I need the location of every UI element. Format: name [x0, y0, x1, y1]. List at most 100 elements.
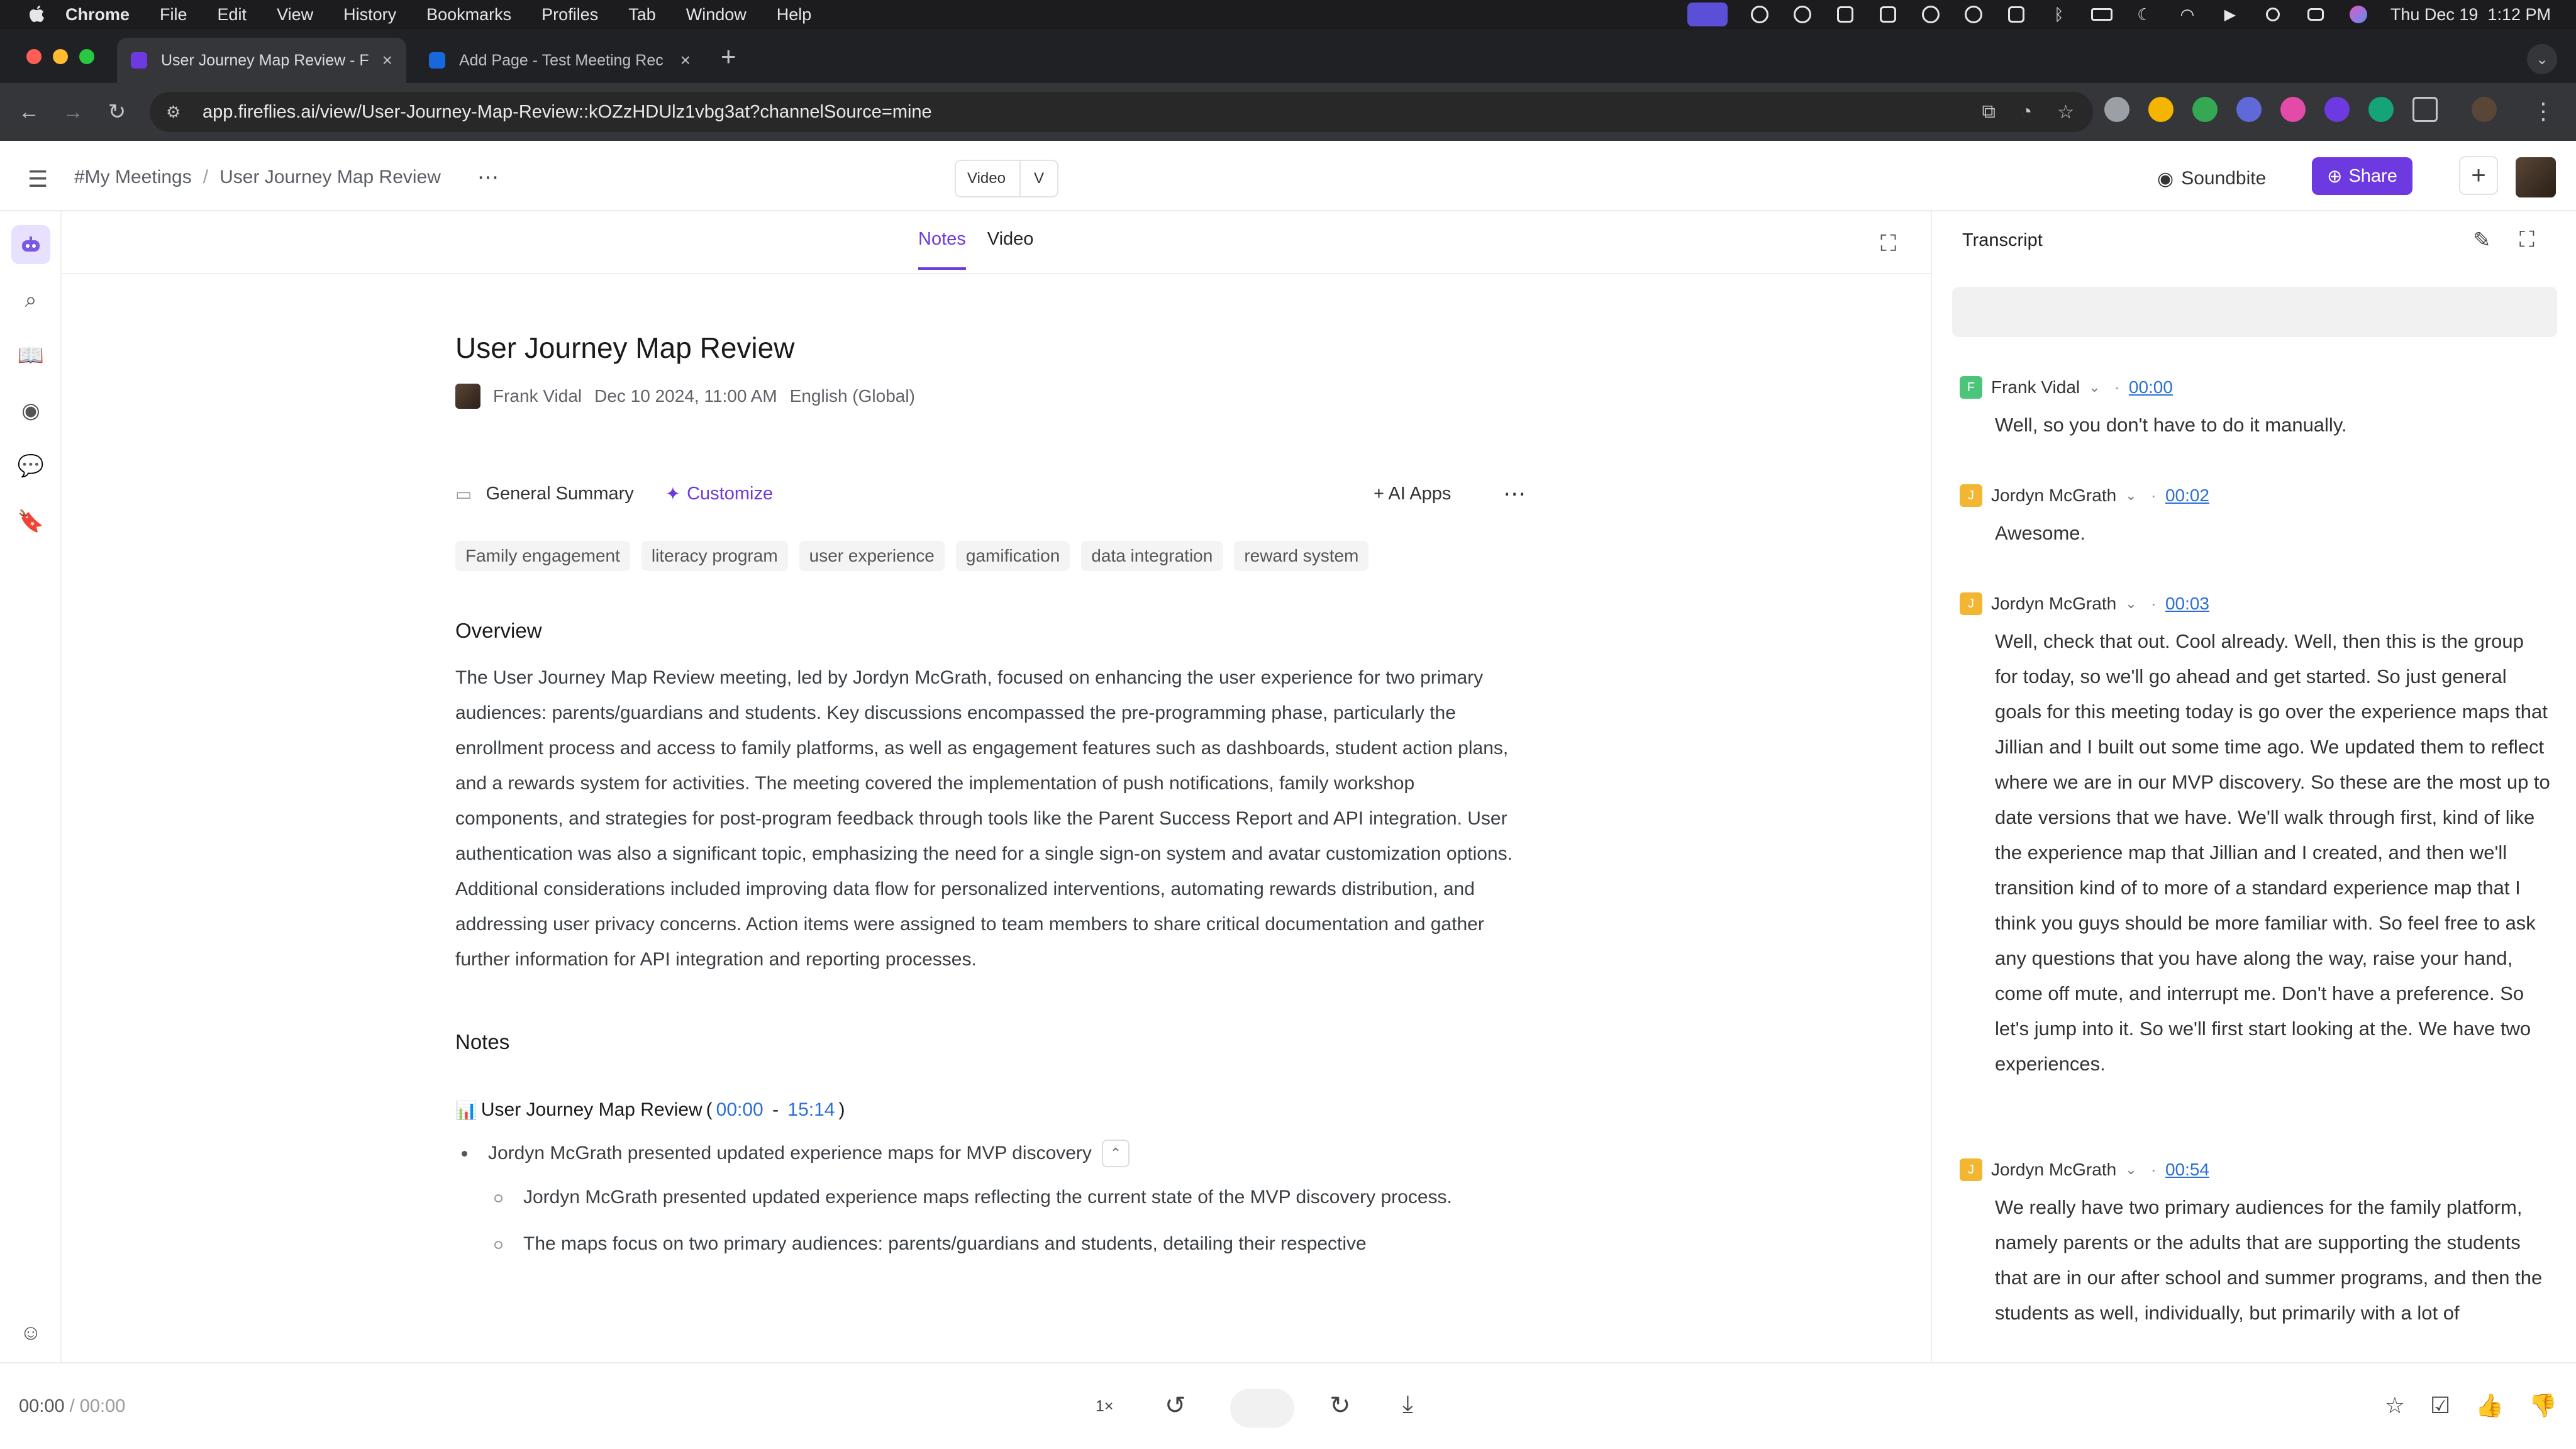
speaker-name[interactable]: Jordyn McGrath: [1991, 486, 2116, 506]
rewind-icon[interactable]: ↺: [1165, 1391, 1186, 1420]
menu-clock[interactable]: Thu Dec 19 1:12 PM: [2390, 5, 2551, 25]
close-tab-icon[interactable]: ×: [680, 50, 691, 70]
more-options-icon[interactable]: ⋯: [1503, 480, 1526, 507]
share-button[interactable]: ⊕ Share: [2312, 157, 2412, 195]
apple-logo-icon[interactable]: [24, 2, 49, 27]
close-tab-icon[interactable]: ×: [382, 50, 392, 70]
extension-5-icon[interactable]: [2280, 97, 2306, 122]
bluetooth-icon[interactable]: ᛒ: [2048, 5, 2070, 24]
circle-status-icon[interactable]: [1963, 5, 1984, 24]
open-in-app-icon[interactable]: ⧉: [1982, 101, 1996, 123]
timestamp-link[interactable]: 00:03: [2165, 594, 2209, 614]
menu-edit[interactable]: Edit: [218, 5, 247, 25]
timestamp-link[interactable]: 00:00: [2129, 377, 2173, 397]
menu-profiles[interactable]: Profiles: [541, 5, 598, 25]
meeting-author[interactable]: Frank Vidal: [493, 386, 582, 406]
topic-tag[interactable]: data integration: [1081, 541, 1223, 571]
tab-video[interactable]: Video: [987, 229, 1034, 270]
menu-tab[interactable]: Tab: [628, 5, 656, 25]
speaker-name[interactable]: Frank Vidal: [1991, 377, 2080, 397]
speaker-name[interactable]: Jordyn McGrath: [1991, 1160, 2116, 1180]
forward-arrow-icon[interactable]: →: [58, 97, 88, 127]
grammarly-status-icon[interactable]: [1749, 5, 1770, 24]
search-app-status-icon[interactable]: [1792, 5, 1813, 24]
browser-menu-icon[interactable]: ⋮: [2532, 98, 2555, 125]
display-status-icon[interactable]: [2006, 5, 2027, 24]
extension-6-icon[interactable]: [2324, 97, 2350, 122]
thumbs-down-icon[interactable]: 👎: [2529, 1392, 2557, 1419]
screen-share-status-icon[interactable]: [1687, 3, 1728, 26]
extension-drive-icon[interactable]: [2192, 97, 2218, 122]
thumbs-up-icon[interactable]: 👍: [2475, 1392, 2504, 1419]
expand-icon[interactable]: ⛶: [2519, 228, 2534, 252]
bookmark-star-icon[interactable]: ☆: [2057, 101, 2074, 123]
bookmark-icon[interactable]: 🔖: [16, 507, 45, 536]
menu-history[interactable]: History: [343, 5, 396, 25]
fullscreen-icon[interactable]: ⛶: [1880, 230, 1896, 257]
performance-icon[interactable]: ◔: [2021, 101, 2032, 123]
chevron-down-icon[interactable]: ⌄: [2125, 1162, 2136, 1178]
topic-tag[interactable]: user experience: [799, 541, 945, 571]
menu-file[interactable]: File: [160, 5, 187, 25]
assistant-bot-icon[interactable]: [11, 225, 50, 264]
menu-help[interactable]: Help: [777, 5, 812, 25]
add-button[interactable]: +: [2459, 156, 2498, 195]
extension-2-icon[interactable]: [2148, 97, 2174, 122]
menu-view[interactable]: View: [277, 5, 313, 25]
zoom-window-button[interactable]: [79, 49, 94, 64]
extension-1-icon[interactable]: [2104, 97, 2129, 122]
playback-speed-button[interactable]: 1×: [1096, 1397, 1114, 1416]
topic-tag[interactable]: literacy program: [641, 541, 788, 571]
soundbite-button[interactable]: ◉ Soundbite: [2157, 160, 2266, 197]
tab-notes[interactable]: Notes: [918, 229, 966, 270]
extension-4-icon[interactable]: [2236, 97, 2262, 122]
menu-window[interactable]: Window: [686, 5, 747, 25]
meeting-language[interactable]: English (Global): [790, 386, 915, 406]
address-url[interactable]: app.fireflies.ai/view/User-Journey-Map-R…: [203, 102, 932, 123]
profile-avatar-icon[interactable]: [2472, 97, 2497, 122]
drive-status-icon[interactable]: [1877, 5, 1899, 24]
speaker-name[interactable]: Jordyn McGrath: [1991, 594, 2116, 614]
chevron-down-icon[interactable]: ⌄: [2089, 379, 2100, 396]
new-tab-plus-icon[interactable]: +: [721, 42, 736, 72]
collapse-chevron-icon[interactable]: ⌃: [1101, 1140, 1130, 1167]
address-bar[interactable]: ⚙ app.fireflies.ai/view/User-Journey-Map…: [150, 92, 2093, 132]
moon-icon[interactable]: ☾: [2134, 5, 2155, 24]
edit-pencil-icon[interactable]: ✎: [2473, 228, 2491, 253]
reload-icon[interactable]: ↻: [102, 97, 132, 127]
play-button[interactable]: [1230, 1389, 1294, 1428]
summary-type-select[interactable]: General Summary: [486, 484, 633, 504]
breadcrumb-my-meetings[interactable]: #My Meetings: [74, 167, 192, 188]
bolt-status-icon[interactable]: [1920, 5, 1941, 24]
library-book-icon[interactable]: 📖: [16, 341, 45, 370]
play-status-icon[interactable]: ▶: [2219, 5, 2241, 24]
control-center-icon[interactable]: [2305, 5, 2326, 24]
battery-icon[interactable]: [2090, 5, 2112, 24]
minimize-window-button[interactable]: [53, 49, 68, 64]
more-options-icon[interactable]: ⋯: [477, 165, 499, 190]
soundbites-icon[interactable]: ◉: [16, 396, 45, 425]
download-icon[interactable]: ⤓: [1402, 1391, 1413, 1418]
browser-tab[interactable]: Add Page - Test Meeting Rec ×: [415, 38, 704, 83]
close-window-button[interactable]: [26, 49, 42, 64]
customize-button[interactable]: ✦ Customize: [665, 483, 773, 505]
chat-bubble-icon[interactable]: 💬: [16, 452, 45, 480]
ai-apps-button[interactable]: + AI Apps: [1374, 484, 1451, 504]
site-info-icon[interactable]: ⚙: [166, 103, 187, 121]
hamburger-menu-icon[interactable]: ☰: [28, 166, 48, 192]
transcript-search-input[interactable]: [1952, 287, 2557, 337]
menu-app-name[interactable]: Chrome: [65, 5, 130, 25]
back-arrow-icon[interactable]: ←: [14, 97, 44, 127]
timestamp-link[interactable]: 00:54: [2165, 1160, 2209, 1180]
browser-tab-active[interactable]: User Journey Map Review - F ×: [117, 38, 406, 83]
tab-search-chevron-icon[interactable]: ⌄: [2527, 44, 2557, 74]
breadcrumb-current[interactable]: User Journey Map Review: [219, 167, 441, 188]
section-end-time[interactable]: 15:14: [787, 1099, 835, 1121]
topic-tag[interactable]: Family engagement: [455, 541, 630, 571]
spotlight-search-icon[interactable]: [2262, 5, 2284, 24]
chevron-down-icon[interactable]: ⌄: [2125, 596, 2136, 612]
section-start-time[interactable]: 00:00: [716, 1099, 763, 1121]
siri-icon[interactable]: [2348, 5, 2369, 24]
view-toggle-label[interactable]: Video: [956, 170, 1019, 187]
feedback-smiley-icon[interactable]: ☺: [16, 1318, 45, 1347]
